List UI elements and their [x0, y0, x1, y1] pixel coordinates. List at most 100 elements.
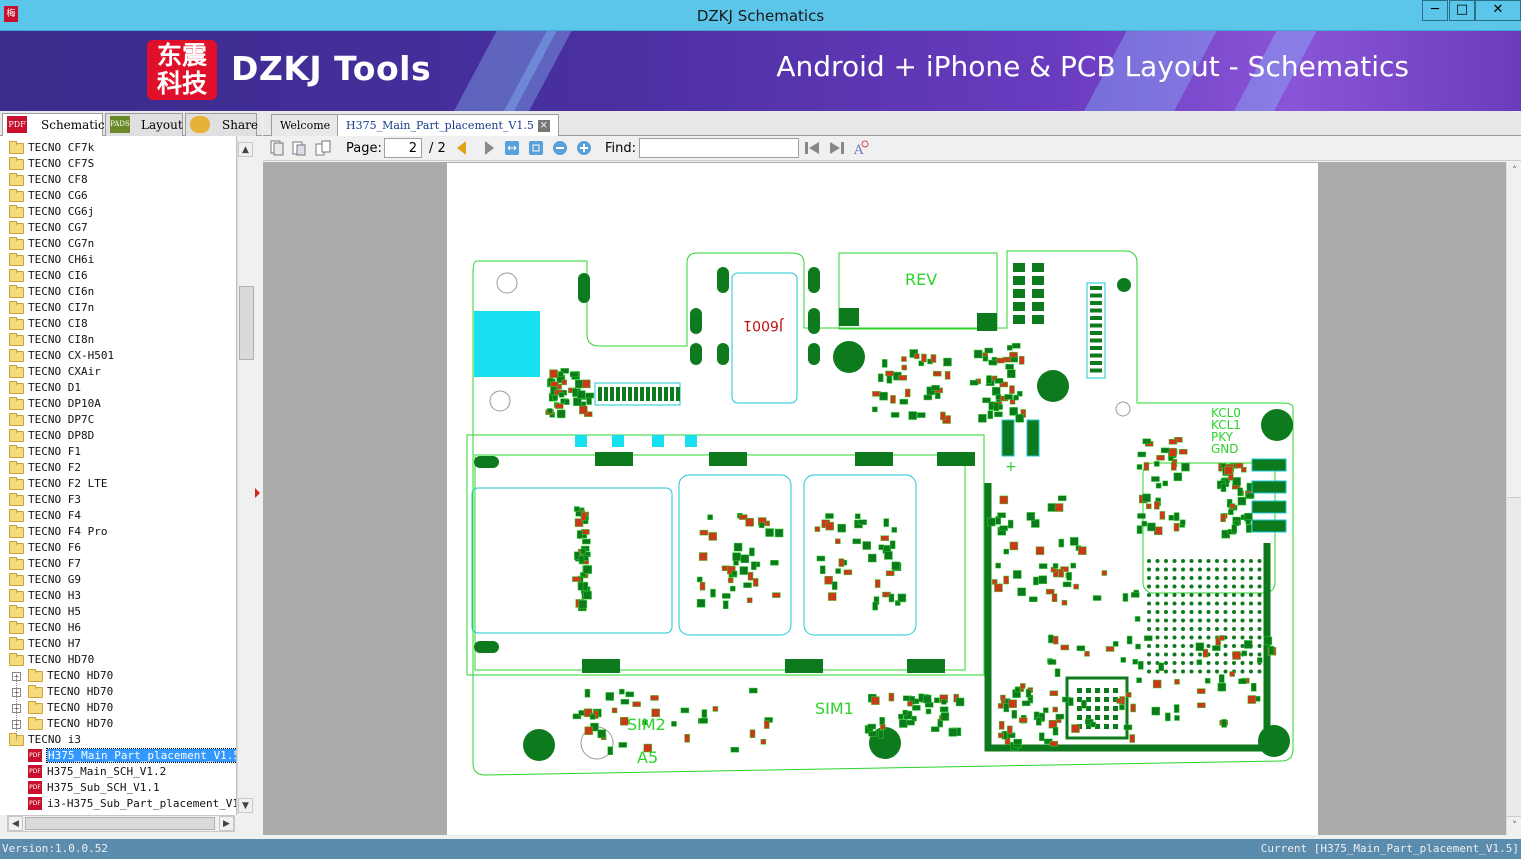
pcb-component — [1206, 669, 1211, 674]
tab-welcome[interactable]: Welcome — [271, 114, 340, 136]
scroll-up-icon[interactable]: ▲ — [238, 142, 253, 157]
tree-vertical-scrollbar[interactable]: ▲ ▼ — [237, 140, 254, 815]
viewer-vertical-scrollbar[interactable]: ˄ ˅ — [1506, 162, 1521, 835]
tab-welcome-label: Welcome — [280, 119, 331, 132]
find-previous-icon[interactable] — [804, 140, 820, 156]
pcb-component — [1189, 593, 1194, 597]
folder-icon — [9, 477, 24, 490]
pcb-component — [1257, 567, 1262, 572]
minimize-button[interactable]: ─ — [1422, 0, 1448, 21]
zoom-in-icon[interactable] — [576, 140, 592, 156]
tab-schematic-label: Schematic — [41, 118, 105, 132]
scroll-thumb[interactable] — [239, 286, 254, 360]
pcb-component — [1104, 697, 1109, 702]
fit-page-icon[interactable] — [528, 140, 544, 156]
pcb-component — [1257, 635, 1262, 640]
pcb-component — [1249, 593, 1253, 597]
pcb-component — [1060, 644, 1070, 651]
pcb-component — [1257, 593, 1262, 597]
close-tab-icon[interactable]: × — [537, 120, 550, 132]
pcb-component — [1246, 524, 1252, 533]
pcb-component — [814, 526, 821, 532]
find-next-icon[interactable] — [829, 140, 845, 156]
pages-icon[interactable] — [315, 140, 331, 156]
pcb-component — [1232, 635, 1236, 640]
pcb-component — [890, 412, 900, 418]
sim1-slot — [803, 474, 917, 636]
panel-splitter[interactable] — [254, 136, 262, 836]
viewer-scroll-up-icon[interactable]: ˄ — [1507, 164, 1521, 179]
paste-page-icon[interactable] — [291, 140, 307, 156]
pcb-component — [577, 581, 584, 591]
tab-share-label: Share — [222, 118, 258, 132]
next-page-icon[interactable] — [481, 140, 497, 156]
pcb-component — [880, 535, 890, 541]
pcb-component — [1007, 369, 1016, 378]
pcb-component — [746, 597, 753, 604]
sim-tray-outline — [466, 434, 985, 676]
tab-layout[interactable]: PADS Layout — [105, 113, 183, 136]
scroll-down-icon[interactable]: ▼ — [238, 798, 253, 813]
pcb-component — [670, 387, 674, 401]
viewer-scroll-thumb[interactable] — [1507, 497, 1521, 817]
pcb-component — [1232, 651, 1241, 660]
pcb-component — [1147, 576, 1151, 580]
scroll-right-icon[interactable]: ▶ — [219, 816, 234, 831]
maximize-button[interactable]: □ — [1449, 0, 1475, 21]
pcb-component — [839, 308, 859, 326]
pcb-component — [595, 452, 633, 466]
pcb-component — [1013, 263, 1025, 272]
find-label: Find: — [605, 141, 637, 156]
pcb-component — [701, 709, 708, 718]
pcb-component — [931, 385, 940, 391]
pcb-component — [1172, 652, 1177, 657]
pcb-component — [1223, 652, 1228, 657]
pcb-component — [872, 406, 878, 413]
pcb-component — [930, 726, 940, 732]
pcb-component — [1240, 661, 1245, 665]
scroll-thumb[interactable] — [25, 817, 215, 830]
pcb-component — [1095, 706, 1100, 711]
pcb-component — [1245, 492, 1255, 499]
zoom-out-icon[interactable] — [552, 140, 568, 156]
tab-schematic[interactable]: PDF Schematic — [2, 113, 105, 137]
pcb-component — [907, 659, 945, 673]
tree-item-label: TECNO CI8n — [28, 333, 95, 346]
page-number-input[interactable]: 2 — [384, 138, 422, 158]
pcb-component — [955, 697, 965, 707]
pcb-component — [1229, 503, 1236, 509]
folder-icon — [9, 317, 24, 330]
tab-document[interactable]: H375_Main_Part_placement_V1.5 × — [337, 114, 559, 136]
collapse-arrow-icon[interactable] — [255, 488, 260, 498]
pcb-component — [999, 525, 1008, 531]
tab-share[interactable]: Share — [185, 113, 258, 136]
pcb-component — [1251, 458, 1287, 472]
folder-icon — [28, 685, 43, 698]
pcb-component — [1172, 559, 1177, 563]
find-input[interactable] — [639, 138, 799, 158]
pdf-icon: PDF — [7, 116, 27, 133]
tree-horizontal-scrollbar[interactable]: ◀ ▶ — [7, 815, 235, 832]
viewer-scroll-down-icon[interactable]: ˅ — [1507, 819, 1521, 834]
pcb-component — [1249, 652, 1253, 657]
pcb-component — [1251, 683, 1257, 692]
pcb-component — [722, 593, 731, 599]
copy-page-icon[interactable] — [269, 140, 285, 156]
pcb-component — [995, 562, 1001, 569]
pcb-component — [925, 708, 932, 715]
pcb-component — [1017, 587, 1026, 597]
close-button[interactable]: ✕ — [1475, 0, 1521, 21]
folder-icon — [9, 509, 24, 522]
pcb-component — [1206, 576, 1211, 580]
previous-page-icon[interactable] — [454, 140, 470, 156]
pcb-component — [998, 732, 1004, 739]
pcb-component — [576, 390, 586, 399]
document-viewer[interactable]: REV J6001 SIM1 SIM2 A5 KCL0 KCL1 PKY GND… — [263, 162, 1506, 835]
pcb-component — [1036, 717, 1042, 726]
pcb-component — [867, 723, 877, 730]
scroll-left-icon[interactable]: ◀ — [8, 816, 23, 831]
tree-item-label: TECNO F2 LTE — [28, 477, 108, 490]
pcb-component — [496, 272, 518, 294]
fit-width-icon[interactable] — [504, 140, 520, 156]
find-options-icon[interactable]: A — [853, 140, 869, 156]
